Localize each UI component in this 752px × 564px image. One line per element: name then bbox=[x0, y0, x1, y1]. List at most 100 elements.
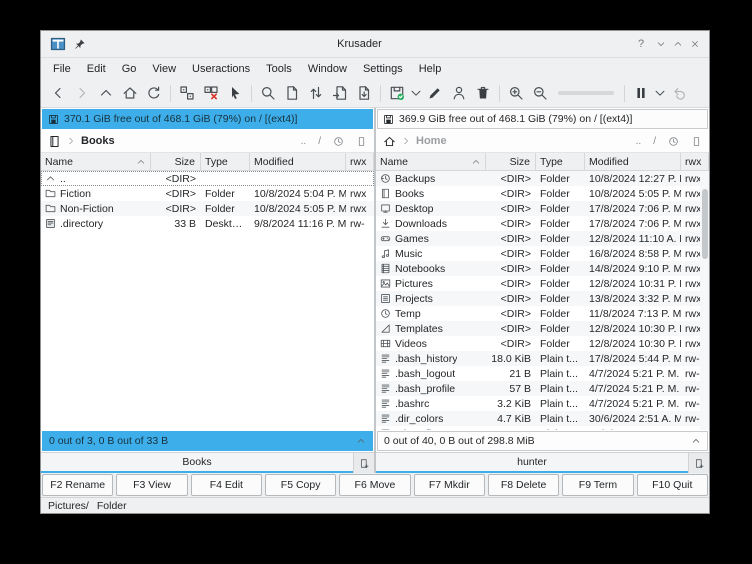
help-button[interactable]: ? bbox=[633, 36, 649, 52]
jobs-dropdown-button[interactable] bbox=[653, 81, 667, 105]
file-row-.dir_colors[interactable]: .dir_colors 4.7 KiB Plain t... 30/6/2024 2:… bbox=[376, 411, 709, 426]
refresh-button[interactable] bbox=[142, 81, 166, 105]
right-col-name[interactable]: Name bbox=[376, 153, 486, 170]
scrollbar-thumb[interactable] bbox=[701, 189, 708, 260]
left-tab-books[interactable]: Books bbox=[41, 453, 353, 473]
copy-to-panel-button[interactable] bbox=[328, 81, 352, 105]
file-row-Books[interactable]: Books <DIR> Folder 10/8/2024 5:05 P. M. rwx bbox=[376, 186, 709, 201]
right-new-tab-button[interactable] bbox=[688, 453, 709, 473]
left-breadcrumb-folder[interactable]: Books bbox=[81, 135, 115, 147]
edit-file-button[interactable] bbox=[423, 81, 447, 105]
menu-file[interactable]: File bbox=[45, 61, 79, 77]
scrollbar[interactable] bbox=[700, 171, 709, 430]
fkey-f7[interactable]: F7 Mkdir bbox=[413, 474, 485, 496]
menu-tools[interactable]: Tools bbox=[258, 61, 300, 77]
user-mode-button[interactable] bbox=[447, 81, 471, 105]
file-row-..[interactable]: .. <DIR> bbox=[41, 171, 374, 186]
file-row-Games[interactable]: Games <DIR> Folder 12/8/2024 11:10 A. M. rwx bbox=[376, 231, 709, 246]
menu-view[interactable]: View bbox=[144, 61, 184, 77]
left-new-tab-button[interactable] bbox=[353, 453, 374, 473]
file-row-.directory[interactable]: .directory 33 B Desktop en... 9/8/2024 11:1… bbox=[41, 216, 374, 231]
right-media-bar[interactable]: 369.9 GiB free out of 468.1 GiB (79%) on… bbox=[377, 109, 708, 129]
file-row-Fiction[interactable]: Fiction <DIR> Folder 10/8/2024 5:04 P. M. rw… bbox=[41, 186, 374, 201]
file-row-Desktop[interactable]: Desktop <DIR> Folder 17/8/2024 7:06 P. M. rw… bbox=[376, 201, 709, 216]
file-row-Music[interactable]: Music <DIR> Folder 16/8/2024 8:58 P. M. rwx bbox=[376, 246, 709, 261]
search-button[interactable] bbox=[256, 81, 280, 105]
fkey-f9[interactable]: F9 Term bbox=[562, 474, 634, 496]
totals-expand-icon[interactable] bbox=[691, 436, 701, 446]
left-col-name[interactable]: Name bbox=[41, 153, 151, 170]
minimize-button[interactable] bbox=[656, 39, 666, 49]
left-media-bar[interactable]: 370.1 GiB free out of 468.1 GiB (79%) on… bbox=[42, 109, 373, 129]
mount-dropdown-button[interactable] bbox=[409, 81, 423, 105]
file-row-Pictures[interactable]: Pictures <DIR> Folder 12/8/2024 10:31 P. M.… bbox=[376, 276, 709, 291]
file-row-.bashrc[interactable]: .bashrc 3.2 KiB Plain t... 4/7/2024 5:21 P.… bbox=[376, 396, 709, 411]
zoom-slider-slider[interactable] bbox=[558, 91, 614, 95]
menu-settings[interactable]: Settings bbox=[355, 61, 411, 77]
file-row-Temp[interactable]: Temp <DIR> Folder 11/8/2024 7:13 P. M. rwx bbox=[376, 306, 709, 321]
left-col-size[interactable]: Size bbox=[151, 153, 201, 170]
fkey-f4[interactable]: F4 Edit bbox=[190, 474, 262, 496]
close-button[interactable] bbox=[690, 39, 700, 49]
bookmark-panel-icon[interactable] bbox=[691, 136, 702, 147]
root-dir-button[interactable]: / bbox=[653, 136, 656, 147]
home-button[interactable] bbox=[118, 81, 142, 105]
menu-useractions[interactable]: Useractions bbox=[184, 61, 258, 77]
titlebar[interactable]: Krusader ? bbox=[41, 31, 709, 58]
menu-help[interactable]: Help bbox=[411, 61, 450, 77]
file-row-.bash_profile[interactable]: .bash_profile 57 B Plain t... 4/7/2024 5:21… bbox=[376, 381, 709, 396]
select-group-button[interactable] bbox=[175, 81, 199, 105]
right-tab-hunter[interactable]: hunter bbox=[376, 453, 688, 473]
pointer-mode-button[interactable] bbox=[223, 81, 247, 105]
left-col-type[interactable]: Type bbox=[201, 153, 250, 170]
menu-window[interactable]: Window bbox=[300, 61, 355, 77]
root-dir-button[interactable]: / bbox=[318, 136, 321, 147]
menu-go[interactable]: Go bbox=[114, 61, 145, 77]
book-icon[interactable] bbox=[48, 135, 61, 148]
right-col-size[interactable]: Size bbox=[486, 153, 536, 170]
file-row-Videos[interactable]: Videos <DIR> Folder 12/8/2024 10:30 P. M. rw… bbox=[376, 336, 709, 351]
file-row-Templates[interactable]: Templates <DIR> Folder 12/8/2024 10:30 P. M… bbox=[376, 321, 709, 336]
new-file-button[interactable] bbox=[280, 81, 304, 105]
file-row-Notebooks[interactable]: Notebooks <DIR> Folder 14/8/2024 9:10 P. M.… bbox=[376, 261, 709, 276]
menu-edit[interactable]: Edit bbox=[79, 61, 114, 77]
fkey-f6[interactable]: F6 Move bbox=[339, 474, 411, 496]
totals-expand-icon[interactable] bbox=[356, 436, 366, 446]
move-to-panel-button[interactable] bbox=[352, 81, 376, 105]
bookmark-panel-icon[interactable] bbox=[356, 136, 367, 147]
zoom-out-button[interactable] bbox=[528, 81, 552, 105]
file-row-Projects[interactable]: Projects <DIR> Folder 13/8/2024 3:32 P. M. r… bbox=[376, 291, 709, 306]
left-col-modified[interactable]: Modified bbox=[250, 153, 346, 170]
right-col-modified[interactable]: Modified bbox=[585, 153, 681, 170]
file-row-.gitconfig[interactable]: .gitconfig 204 BPlain t...12/8/2024 9:19 … bbox=[376, 426, 709, 430]
file-row-Backups[interactable]: Backups <DIR> Folder 10/8/2024 12:27 P. M. r… bbox=[376, 171, 709, 186]
right-col-rwx[interactable]: rwx bbox=[681, 153, 709, 170]
trash-button[interactable] bbox=[471, 81, 495, 105]
up-button[interactable] bbox=[94, 81, 118, 105]
undo-button[interactable] bbox=[667, 81, 691, 105]
file-row-.bash_logout[interactable]: .bash_logout 21 B Plain t... 4/7/2024 5:21 … bbox=[376, 366, 709, 381]
forward-button[interactable] bbox=[70, 81, 94, 105]
fkey-f5[interactable]: F5 Copy bbox=[264, 474, 337, 496]
fkey-f8[interactable]: F8 Delete bbox=[487, 474, 560, 496]
fkey-f10[interactable]: F10 Quit bbox=[636, 474, 708, 496]
zoom-in-button[interactable] bbox=[504, 81, 528, 105]
fkey-f2[interactable]: F2 Rename bbox=[42, 474, 114, 496]
maximize-button[interactable] bbox=[673, 39, 683, 49]
pin-icon[interactable] bbox=[73, 38, 86, 51]
right-col-type[interactable]: Type bbox=[536, 153, 585, 170]
left-col-rwx[interactable]: rwx bbox=[346, 153, 374, 170]
mount-manager-button[interactable] bbox=[385, 81, 409, 105]
back-button[interactable] bbox=[46, 81, 70, 105]
unselect-group-button[interactable] bbox=[199, 81, 223, 105]
history-icon[interactable] bbox=[333, 136, 344, 147]
history-icon[interactable] bbox=[668, 136, 679, 147]
fkey-f3[interactable]: F3 View bbox=[116, 474, 188, 496]
file-row-.bash_history[interactable]: .bash_history 18.0 KiB Plain t... 17/8/2024… bbox=[376, 351, 709, 366]
sync-dirs-button[interactable] bbox=[304, 81, 328, 105]
home-icon[interactable] bbox=[383, 135, 396, 148]
file-row-Downloads[interactable]: Downloads <DIR> Folder 17/8/2024 7:06 P. M.… bbox=[376, 216, 709, 231]
file-row-Non-Fiction[interactable]: Non-Fiction <DIR> Folder 10/8/2024 5:05 P. … bbox=[41, 201, 374, 216]
up-dir-button[interactable]: .. bbox=[636, 136, 642, 147]
right-breadcrumb-folder[interactable]: Home bbox=[416, 135, 447, 147]
